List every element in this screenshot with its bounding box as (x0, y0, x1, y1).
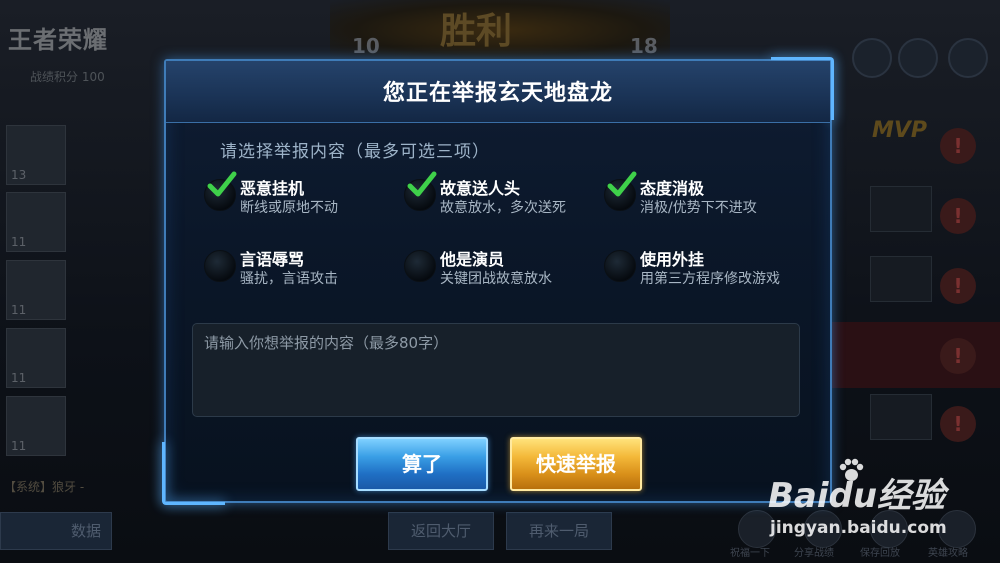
option-title: 态度消极 (640, 179, 705, 198)
dialog-header: 您正在举报玄天地盘龙 (166, 61, 830, 123)
bottom-label: 保存回放 (860, 548, 900, 559)
checkmark-icon (607, 171, 637, 197)
report-warning-icon[interactable]: ! (940, 128, 976, 164)
option-title: 使用外挂 (640, 250, 705, 269)
player-score-cell (870, 394, 932, 440)
checkbox[interactable] (604, 250, 636, 282)
option-title: 恶意挂机 (240, 179, 305, 198)
option-throwing[interactable]: 他是演员 关键团战故意放水 (404, 246, 604, 292)
report-icon[interactable] (898, 38, 938, 78)
settings-icon[interactable] (948, 38, 988, 78)
option-title: 他是演员 (440, 250, 505, 269)
checkmark-icon (407, 171, 437, 197)
option-description: 消极/优势下不进攻 (640, 200, 757, 216)
team-score-left: 10 (352, 34, 380, 58)
report-content-input[interactable]: 请输入你想举报的内容（最多80字） (192, 323, 800, 417)
dialog-title: 您正在举报玄天地盘龙 (382, 81, 613, 106)
mvp-badge: MVP (872, 118, 928, 143)
option-title: 故意送人头 (440, 179, 521, 198)
bottom-label: 英雄攻略 (928, 548, 968, 559)
option-cheating[interactable]: 使用外挂 用第三方程序修改游戏 (604, 246, 804, 292)
checkbox[interactable] (404, 250, 436, 282)
option-afk[interactable]: 恶意挂机 断线或原地不动 (204, 171, 404, 221)
player-score-cell (870, 256, 932, 302)
option-description: 用第三方程序修改游戏 (640, 271, 780, 287)
input-placeholder: 请输入你想举报的内容（最多80字） (204, 334, 449, 352)
hero-portrait: 11 (6, 328, 66, 388)
data-button[interactable]: 数据 (0, 512, 112, 550)
report-warning-icon[interactable]: ! (940, 406, 976, 442)
victory-text: 胜利 (440, 11, 513, 52)
quick-report-button[interactable]: 快速举报 (510, 437, 642, 491)
report-warning-icon[interactable]: ! (940, 268, 976, 304)
hero-portrait: 13 (6, 125, 66, 185)
hero-portrait: 11 (6, 192, 66, 252)
play-again-button[interactable]: 再来一局 (506, 512, 612, 550)
score-stat: 战绩积分 100 (30, 70, 105, 84)
friend-icon[interactable] (852, 38, 892, 78)
back-to-lobby-button[interactable]: 返回大厅 (388, 512, 494, 550)
team-score-right: 18 (630, 34, 658, 58)
player-score-cell (870, 186, 932, 232)
cancel-button[interactable]: 算了 (356, 437, 488, 491)
watermark-brand: Baidu经验 (768, 476, 946, 516)
checkmark-icon (207, 171, 237, 197)
option-description: 断线或原地不动 (240, 200, 338, 216)
watermark-url: jingyan.baidu.com (770, 518, 947, 538)
option-feeding[interactable]: 故意送人头 故意放水，多次送死 (404, 171, 604, 221)
hero-portrait: 11 (6, 396, 66, 456)
game-logo: 王者荣耀 (8, 26, 108, 54)
option-description: 关键团战故意放水 (440, 271, 552, 287)
option-negative[interactable]: 态度消极 消极/优势下不进攻 (604, 171, 804, 221)
report-warning-icon[interactable]: ! (940, 338, 976, 374)
option-description: 骚扰，言语攻击 (240, 271, 338, 287)
checkbox[interactable] (204, 250, 236, 282)
bottom-label: 分享战绩 (794, 548, 834, 559)
hero-portrait: 11 (6, 260, 66, 320)
report-warning-icon[interactable]: ! (940, 198, 976, 234)
option-verbal-abuse[interactable]: 言语辱骂 骚扰，言语攻击 (204, 246, 404, 292)
report-reason-label: 请选择举报内容（最多可选三项） (220, 142, 490, 162)
chat-line: 【系统】狼牙 - (4, 478, 84, 498)
chat-text: 【系统】狼牙 - (4, 480, 85, 494)
baidu-watermark: Baidu经验 jingyan.baidu.com (768, 448, 994, 544)
option-description: 故意放水，多次送死 (440, 200, 566, 216)
report-dialog: 您正在举报玄天地盘龙 请选择举报内容（最多可选三项） 恶意挂机 断线或原地不动 … (162, 57, 834, 505)
bottom-label: 祝福一下 (730, 548, 770, 559)
option-title: 言语辱骂 (240, 250, 305, 269)
dialog-corner-glow (162, 442, 225, 505)
